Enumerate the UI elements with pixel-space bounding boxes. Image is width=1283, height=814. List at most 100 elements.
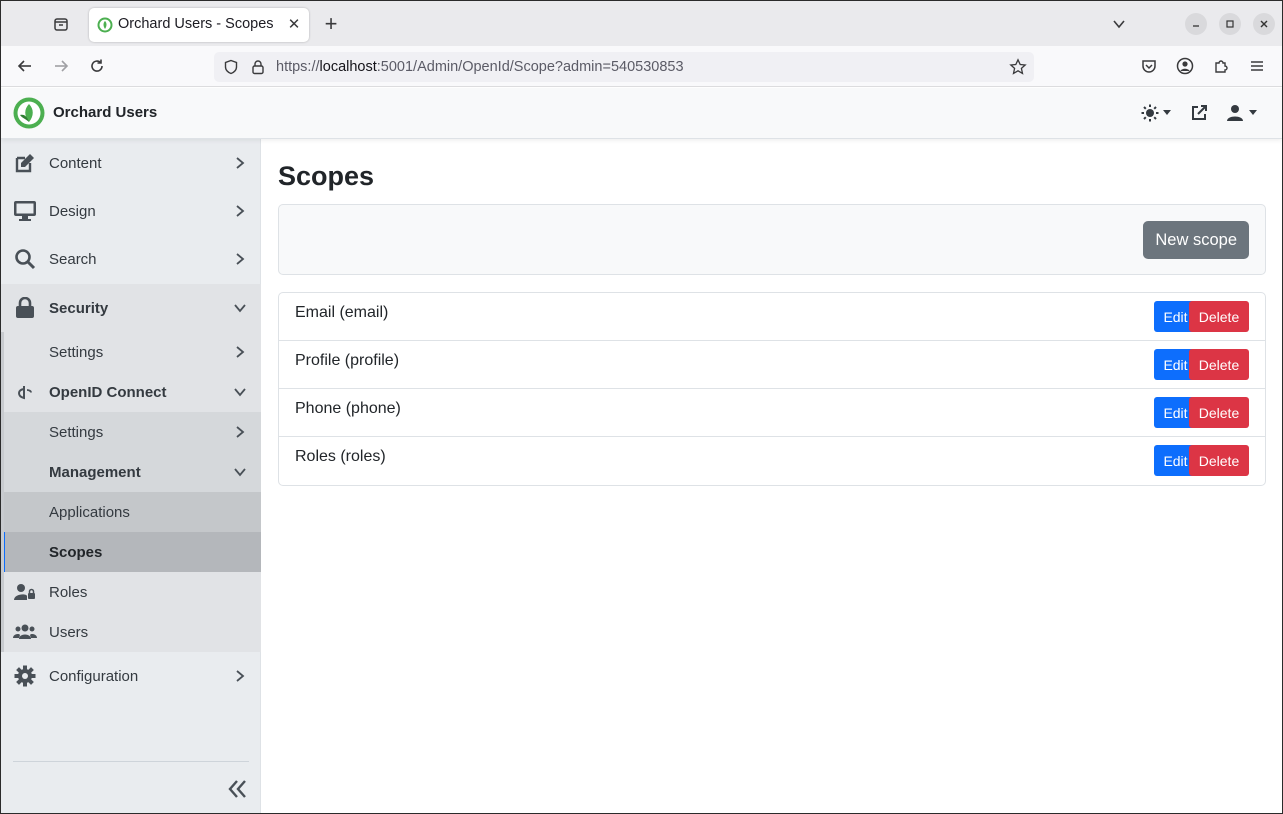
user-icon [1227, 105, 1243, 121]
url-host: localhost [319, 59, 377, 75]
url-path: :5001/Admin/OpenId/Scope?admin=540530853 [376, 59, 684, 75]
delete-button[interactable]: Delete [1189, 397, 1249, 428]
caret-down-icon [1163, 110, 1171, 115]
list-item: Phone (phone) Edit Delete [279, 389, 1265, 437]
sidebar-item-applications[interactable]: Applications [1, 492, 261, 532]
main-content: Scopes New scope Email (email) Edit Dele… [262, 139, 1282, 813]
admin-sidebar: Content Design Search Security Settings … [1, 139, 261, 813]
scope-name: Email (email) [295, 304, 389, 321]
sidebar-item-label: Roles [49, 584, 88, 601]
chevron-right-icon [236, 205, 245, 217]
lock-icon [12, 296, 38, 320]
delete-button[interactable]: Delete [1189, 349, 1249, 380]
user-menu-button[interactable] [1227, 102, 1257, 124]
openid-icon [12, 380, 38, 404]
sidebar-item-configuration[interactable]: Configuration [1, 652, 261, 700]
menu-icon[interactable] [1243, 52, 1271, 80]
chevron-right-icon [236, 426, 245, 438]
sun-icon [1141, 104, 1159, 122]
lock-icon[interactable] [250, 59, 266, 75]
scope-name: Roles (roles) [295, 448, 386, 465]
extensions-icon[interactable] [1207, 52, 1235, 80]
list-item: Profile (profile) Edit Delete [279, 341, 1265, 389]
external-link-icon [1192, 105, 1207, 120]
delete-button[interactable]: Delete [1189, 301, 1249, 332]
sidebar-item-search[interactable]: Search [1, 235, 261, 283]
url-text[interactable]: https://localhost:5001/Admin/OpenId/Scop… [276, 59, 684, 75]
list-tabs-icon[interactable] [1105, 10, 1133, 38]
sidebar-item-label: OpenID Connect [49, 384, 167, 401]
sidebar-item-label: Configuration [49, 668, 139, 685]
sidebar-item-security-settings[interactable]: Settings [1, 332, 261, 372]
chevron-right-icon [236, 670, 245, 682]
minimize-icon[interactable] [1185, 13, 1207, 35]
sidebar-item-content[interactable]: Content [1, 139, 261, 187]
sidebar-item-label: Content [49, 155, 102, 172]
url-scheme: https:// [276, 59, 320, 75]
chevron-right-icon [236, 157, 245, 169]
user-lock-icon [12, 580, 38, 604]
browser-window: Orchard Users - Scopes ✕ + https://local… [1, 1, 1282, 813]
search-icon [12, 247, 38, 271]
scope-name: Profile (profile) [295, 352, 400, 369]
sidebar-item-roles[interactable]: Roles [1, 572, 261, 612]
sidebar-item-security[interactable]: Security [1, 284, 261, 332]
bookmark-star-icon[interactable] [1009, 58, 1027, 76]
sidebar-item-label: Design [49, 203, 96, 220]
sidebar-item-users[interactable]: Users [1, 612, 261, 652]
back-icon[interactable] [11, 52, 39, 80]
brand-name[interactable]: Orchard Users [53, 104, 157, 121]
chevron-down-icon [234, 304, 246, 313]
close-window-icon[interactable] [1253, 13, 1275, 35]
monitor-icon [12, 199, 38, 223]
scope-name: Phone (phone) [295, 400, 401, 417]
shield-icon[interactable] [223, 59, 239, 75]
sidebar-item-openid-settings[interactable]: Settings [1, 412, 261, 452]
chevron-down-icon [234, 468, 246, 477]
sidebar-item-label: Management [49, 464, 141, 481]
sidebar-item-design[interactable]: Design [1, 187, 261, 235]
page-title: Scopes [278, 161, 375, 191]
pocket-icon[interactable] [1135, 52, 1163, 80]
sidebar-item-label: Search [49, 251, 97, 268]
list-item: Roles (roles) Edit Delete [279, 437, 1265, 485]
navigation-bar: https://localhost:5001/Admin/OpenId/Scop… [1, 46, 1282, 87]
orchard-favicon-icon [97, 17, 113, 33]
app-header: Orchard Users [1, 88, 1282, 139]
chevron-down-icon [234, 388, 246, 397]
new-scope-button[interactable]: New scope [1143, 221, 1249, 259]
sidebar-item-label: Settings [49, 424, 104, 441]
edit-icon [12, 151, 38, 175]
tab-overview-icon[interactable] [47, 10, 75, 38]
delete-button[interactable]: Delete [1189, 445, 1249, 476]
visit-site-button[interactable] [1190, 102, 1208, 124]
actions-toolbar: New scope [278, 204, 1266, 275]
gear-icon [12, 664, 38, 688]
tab-bar: Orchard Users - Scopes ✕ + [1, 1, 1282, 46]
sidebar-divider [13, 761, 249, 762]
sidebar-item-label: Scopes [49, 544, 103, 561]
sidebar-item-management[interactable]: Management [1, 452, 261, 492]
sidebar-item-label: Security [49, 300, 109, 317]
tab-close-icon[interactable]: ✕ [285, 15, 303, 33]
chevron-right-icon [236, 253, 245, 265]
sidebar-item-label: Settings [49, 344, 104, 361]
new-tab-icon[interactable]: + [317, 10, 345, 38]
caret-down-icon [1249, 110, 1257, 115]
orchard-logo-icon[interactable] [13, 97, 45, 129]
users-icon [12, 620, 38, 644]
url-bar[interactable]: https://localhost:5001/Admin/OpenId/Scop… [214, 52, 1034, 82]
sidebar-item-openid-connect[interactable]: OpenID Connect [1, 372, 261, 412]
sidebar-item-scopes[interactable]: Scopes [1, 532, 261, 572]
maximize-icon[interactable] [1219, 13, 1241, 35]
forward-icon[interactable] [47, 52, 75, 80]
tab-title: Orchard Users - Scopes [118, 16, 274, 32]
chevron-right-icon [236, 346, 245, 358]
sidebar-item-label: Users [49, 624, 89, 641]
reload-icon[interactable] [83, 52, 111, 80]
tab-active[interactable]: Orchard Users - Scopes ✕ [89, 8, 309, 42]
collapse-sidebar-icon[interactable] [225, 777, 249, 801]
theme-toggle-button[interactable] [1141, 102, 1171, 124]
account-icon[interactable] [1171, 52, 1199, 80]
list-item: Email (email) Edit Delete [279, 293, 1265, 341]
